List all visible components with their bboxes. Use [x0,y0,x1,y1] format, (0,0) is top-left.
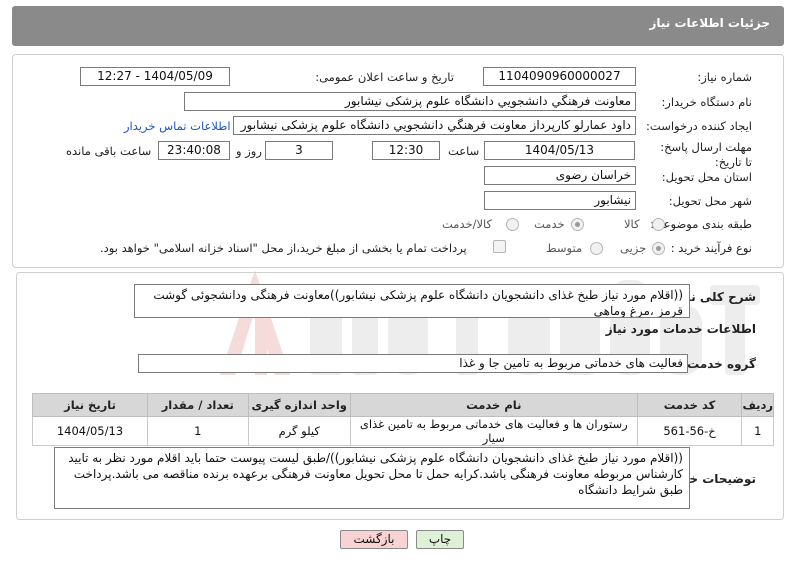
treasury-payment-checkbox[interactable] [493,240,506,253]
creator-label: ایجاد کننده درخواست: [646,119,752,133]
service-group-label: گروه خدمت: [682,357,756,371]
need-number-label: شماره نیاز: [697,70,752,84]
table-header-row: ردیف کد خدمت نام خدمت واحد اندازه گیری ت… [32,393,774,417]
province-label: استان محل تحویل: [661,170,752,184]
city-field[interactable]: نیشابور [484,191,636,210]
category-option-service: خدمت [534,217,565,231]
days-label: روز و [236,144,262,158]
process-option-medium: متوسط [546,241,583,255]
category-radio-goods[interactable] [652,218,665,231]
cell-need-date: 1404/05/13 [32,416,148,446]
col-quantity: تعداد / مقدار [146,393,249,417]
deadline-date-field[interactable]: 1404/05/13 [484,141,635,160]
table-row[interactable]: 1 خ-56-561 رستوران ها و فعالیت های خدمات… [32,416,774,446]
remaining-time-field[interactable]: 23:40:08 [158,141,230,160]
cell-service-code: خ-56-561 [636,416,743,446]
process-option-minor: جزیی [620,241,647,255]
buyer-org-label: نام دستگاه خریدار: [661,95,752,109]
cell-quantity: 1 [146,416,249,446]
col-need-date: تاریخ نیاز [32,393,148,417]
cell-unit: کیلو گرم [247,416,351,446]
cell-row-no: 1 [741,416,774,446]
category-radio-service[interactable] [571,218,584,231]
buyer-contact-link[interactable]: اطلاعات تماس خریدار [124,119,231,133]
page-header: جزئیات اطلاعات نیاز [12,6,784,46]
buyer-org-field[interactable]: معاونت فرهنگي دانشجويي دانشگاه علوم پزشک… [184,92,636,111]
process-label: نوع فرآیند خرید : [670,241,752,255]
process-radio-medium[interactable] [590,242,603,255]
summary-textarea[interactable]: ((اقلام مورد نیاز طبخ غذای دانشجویان دان… [134,284,690,318]
services-table: ردیف کد خدمت نام خدمت واحد اندازه گیری ت… [32,393,774,446]
remaining-days-field[interactable]: 3 [265,141,333,160]
back-button[interactable]: بازگشت [340,530,408,549]
category-label: طبقه بندی موضوعی: [650,217,752,231]
deadline-time-field[interactable]: 12:30 [372,141,440,160]
buyer-notes-textarea[interactable]: ((اقلام مورد نیاز طبخ غذای دانشجویان دان… [54,447,690,509]
services-title: اطلاعات خدمات مورد نیاز [605,322,756,336]
announce-date-field[interactable]: 1404/05/09 - 12:27 [80,67,230,86]
deadline-label: مهلت ارسال پاسخ: تا تاریخ: [660,140,752,169]
col-row-no: ردیف [741,393,774,417]
print-button[interactable]: چاپ [416,530,464,549]
process-radio-minor[interactable] [652,242,665,255]
province-field[interactable]: خراسان رضوی [484,166,636,185]
page-title: جزئیات اطلاعات نیاز [649,16,770,30]
remaining-label: ساعت باقی مانده [66,144,152,158]
cell-service-name: رستوران ها و فعالیت های خدماتی مربوط به … [349,416,638,446]
category-option-goods-service: کالا/خدمت [442,217,493,231]
creator-field[interactable]: داود عمارلو کارپرداز معاونت فرهنگي دانشج… [233,116,636,135]
city-label: شهر محل تحویل: [668,194,752,208]
col-service-name: نام خدمت [349,393,638,417]
announce-label: تاریخ و ساعت اعلان عمومی: [315,70,454,84]
service-group-field[interactable]: فعالیت های خدماتی مربوط به تامین جا و غذ… [138,354,688,373]
category-option-goods: کالا [624,217,640,231]
col-service-code: کد خدمت [636,393,743,417]
need-number-field[interactable]: 1104090960000027 [483,67,636,86]
treasury-payment-note: پرداخت تمام یا بخشی از مبلغ خرید،از محل … [100,241,467,255]
deadline-time-label: ساعت [448,144,480,158]
col-unit: واحد اندازه گیری [247,393,351,417]
category-radio-goods-service[interactable] [506,218,519,231]
